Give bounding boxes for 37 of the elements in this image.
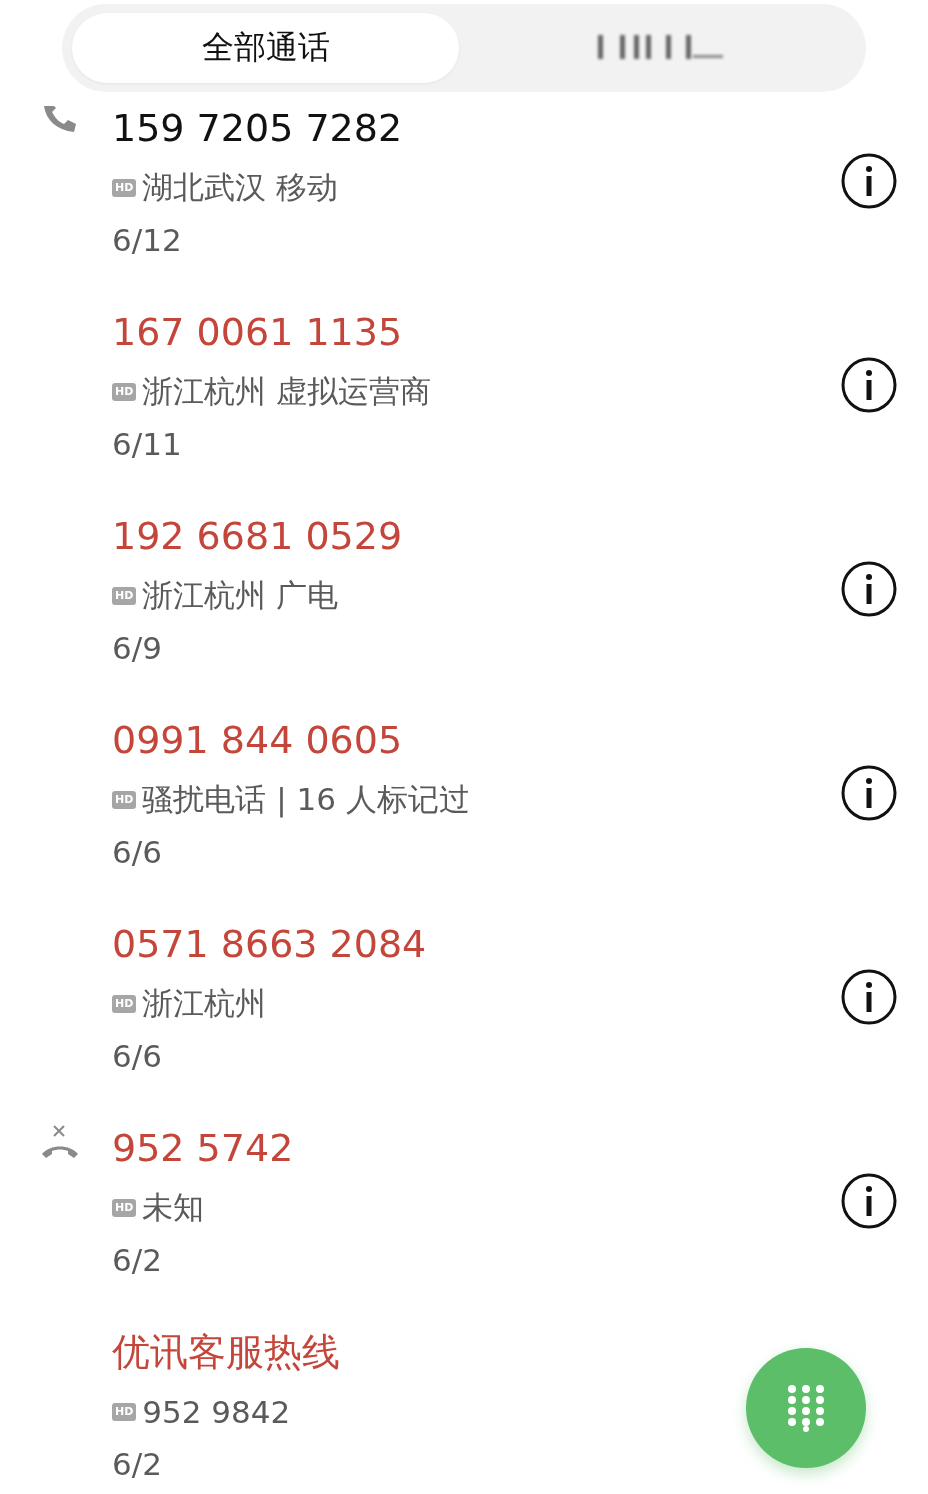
hd-badge: HD bbox=[112, 995, 137, 1013]
call-date: 6/12 bbox=[112, 221, 182, 260]
info-icon[interactable] bbox=[840, 1172, 898, 1230]
call-detail: 湖北武汉 移动 bbox=[142, 168, 339, 207]
phone-number: 952 5742 bbox=[112, 1125, 294, 1172]
info-icon[interactable] bbox=[840, 968, 898, 1026]
call-detail: 骚扰电话 | 16 人标记过 bbox=[142, 780, 470, 820]
phone-number: 0571 8663 2084 bbox=[112, 921, 427, 968]
hd-badge: HD bbox=[112, 791, 137, 809]
hd-badge: HD bbox=[112, 1403, 137, 1421]
tab[interactable]: 全部通话 bbox=[72, 13, 459, 83]
phone-number: 167 0061 1135 bbox=[112, 309, 403, 356]
call-date: 6/11 bbox=[112, 425, 182, 464]
phone-number: 192 6681 0529 bbox=[112, 513, 403, 560]
dialpad-icon bbox=[786, 1384, 826, 1432]
call-detail: 浙江杭州 广电 bbox=[142, 576, 339, 615]
call-date: 6/2 bbox=[112, 1241, 162, 1280]
call-detail: 浙江杭州 bbox=[142, 984, 267, 1023]
hd-badge: HD bbox=[112, 179, 137, 197]
hd-badge: HD bbox=[112, 587, 137, 605]
call-date: 6/6 bbox=[112, 1037, 162, 1076]
hd-badge: HD bbox=[112, 383, 137, 401]
hd-badge: HD bbox=[112, 1199, 137, 1217]
info-icon[interactable] bbox=[840, 764, 898, 822]
info-icon[interactable] bbox=[840, 560, 898, 618]
call-detail: 未知 bbox=[142, 1188, 205, 1227]
phone-number: 0991 844 0605 bbox=[112, 717, 403, 764]
call-detail: 浙江杭州 虚拟运营商 bbox=[142, 372, 432, 411]
phone-number: 优讯客服热线 bbox=[112, 1329, 340, 1376]
call-date: 6/9 bbox=[112, 629, 162, 668]
info-icon[interactable] bbox=[840, 152, 898, 210]
info-icon[interactable] bbox=[840, 356, 898, 414]
call-date: 6/2 bbox=[112, 1445, 162, 1484]
call-date: 6/6 bbox=[112, 833, 162, 872]
hang-up-icon bbox=[40, 1124, 80, 1160]
phone-number: 159 7205 7282 bbox=[112, 105, 403, 152]
call-detail: 952 9842 bbox=[142, 1394, 291, 1430]
